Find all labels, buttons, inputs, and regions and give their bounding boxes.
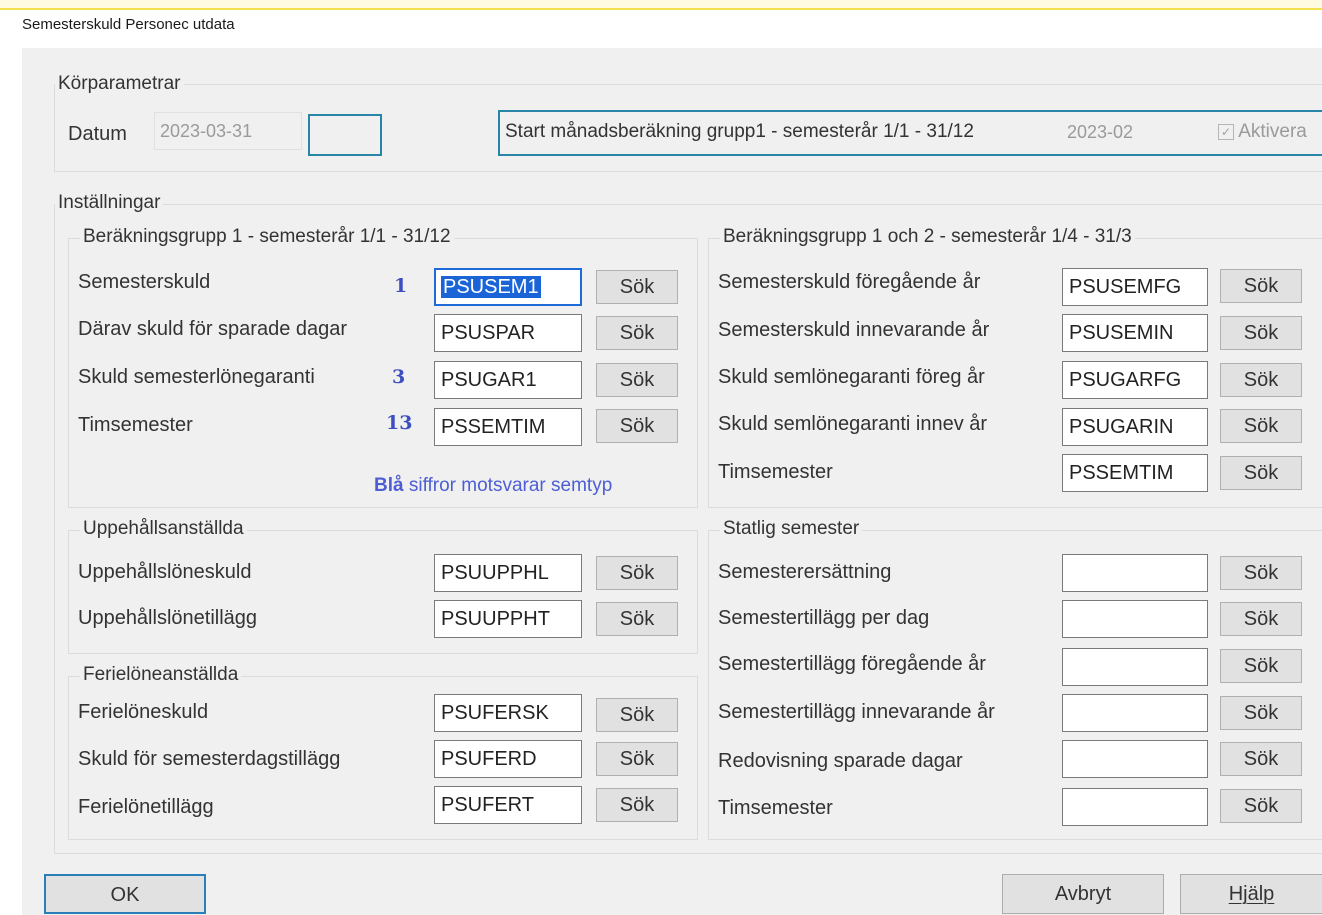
semlonegaranti-foreg-label: Skuld semlönegaranti föreg år bbox=[718, 366, 985, 388]
redovisning-sparade-dagar-label: Redovisning sparade dagar bbox=[718, 750, 963, 772]
sok-button[interactable]: Sök bbox=[1220, 649, 1302, 683]
datum-label: Datum bbox=[68, 123, 127, 145]
sok-button[interactable]: Sök bbox=[596, 556, 678, 590]
start-manad-field[interactable]: 2023-02 bbox=[1062, 114, 1196, 152]
sok-button[interactable]: Sök bbox=[1220, 789, 1302, 823]
sok-button[interactable]: Sök bbox=[596, 409, 678, 443]
sok-button[interactable]: Sök bbox=[596, 742, 678, 776]
semesterersattning-label: Semesterersättning bbox=[718, 561, 892, 583]
grupp1-label: Beräkningsgrupp 1 - semesterår 1/1 - 31/… bbox=[80, 226, 454, 248]
sok-button[interactable]: Sök bbox=[1220, 316, 1302, 350]
sok-button[interactable]: Sök bbox=[1220, 409, 1302, 443]
sok-button[interactable]: Sök bbox=[596, 363, 678, 397]
statlig-label: Statlig semester bbox=[720, 518, 863, 540]
start-manadsberakning-label: Start månadsberäkning grupp1 - semesterå… bbox=[505, 121, 974, 142]
semlonegaranti-innev-field[interactable]: PSUGARIN bbox=[1062, 408, 1208, 446]
datum-field[interactable]: 2023-03-31 bbox=[154, 112, 302, 150]
semesterdagstillagg-field[interactable]: PSUFERD bbox=[434, 740, 582, 778]
semtyp-number: 1 bbox=[394, 275, 408, 297]
top-border bbox=[0, 0, 1322, 10]
sparade-dagar-label: Därav skuld för sparade dagar bbox=[78, 318, 348, 340]
semestertillagg-foreg-label: Semestertillägg föregående år bbox=[718, 653, 986, 675]
ok-button[interactable]: OK bbox=[44, 874, 206, 914]
semesterskuld-label: Semesterskuld bbox=[78, 271, 211, 293]
sok-button[interactable]: Sök bbox=[596, 316, 678, 350]
semtyp-number: 3 bbox=[392, 366, 406, 388]
sok-button[interactable]: Sök bbox=[1220, 456, 1302, 490]
calendar-button[interactable] bbox=[308, 114, 382, 156]
aktivera-checkbox[interactable]: ✓ Aktivera bbox=[1218, 120, 1307, 144]
sok-button[interactable]: Sök bbox=[1220, 602, 1302, 636]
timsemester-label: Timsemester bbox=[718, 461, 833, 483]
checkbox-icon: ✓ bbox=[1218, 123, 1234, 140]
sok-button[interactable]: Sök bbox=[1220, 742, 1302, 776]
sok-button[interactable]: Sök bbox=[596, 698, 678, 732]
avbryt-button[interactable]: Avbryt bbox=[1002, 874, 1164, 914]
uppehallslonetillagg-field[interactable]: PSUUPPHT bbox=[434, 600, 582, 638]
semestertillagg-innev-field[interactable] bbox=[1062, 694, 1208, 732]
sok-button[interactable]: Sök bbox=[1220, 363, 1302, 397]
semestertillagg-per-dag-field[interactable] bbox=[1062, 600, 1208, 638]
sok-button[interactable]: Sök bbox=[596, 788, 678, 822]
ferieloneskuld-field[interactable]: PSUFERSK bbox=[434, 694, 582, 732]
timsemester-label: Timsemester bbox=[78, 414, 193, 436]
dialog-panel: Körparametrar Datum 2023-03-31 Start mån… bbox=[22, 48, 1322, 915]
semtyp-note-text: siffror motsvarar semtyp bbox=[403, 475, 613, 496]
sparade-dagar-field[interactable]: PSUSPAR bbox=[434, 314, 582, 352]
semesterlonegaranti-label: Skuld semesterlönegaranti bbox=[78, 366, 315, 388]
grupp12-label: Beräkningsgrupp 1 och 2 - semesterår 1/4… bbox=[720, 226, 1135, 248]
sok-button[interactable]: Sök bbox=[1220, 556, 1302, 590]
semesterersattning-field[interactable] bbox=[1062, 554, 1208, 592]
uppehallsloneskuld-label: Uppehållslöneskuld bbox=[78, 561, 252, 583]
semesterlonegaranti-field[interactable]: PSUGAR1 bbox=[434, 361, 582, 399]
hjalp-label: Hjälp bbox=[1228, 883, 1275, 905]
semlonegaranti-innev-label: Skuld semlönegaranti innev år bbox=[718, 413, 988, 435]
semestertillagg-innev-label: Semestertillägg innevarande år bbox=[718, 701, 995, 723]
semesterskuld-foreg-label: Semesterskuld föregående år bbox=[718, 271, 981, 293]
redovisning-sparade-dagar-field[interactable] bbox=[1062, 740, 1208, 778]
sok-button[interactable]: Sök bbox=[1220, 696, 1302, 730]
semtyp-note-bold: Blå bbox=[374, 475, 404, 496]
uppehall-label: Uppehållsanställda bbox=[80, 518, 247, 540]
ferielonetillagg-label: Ferielönetillägg bbox=[78, 796, 214, 818]
semesterskuld-innev-field[interactable]: PSUSEMIN bbox=[1062, 314, 1208, 352]
timsemester-field[interactable]: PSSEMTIM bbox=[434, 408, 582, 446]
installningar-label: Inställningar bbox=[55, 192, 164, 214]
semestertillagg-per-dag-label: Semestertillägg per dag bbox=[718, 607, 930, 629]
semesterskuld-innev-label: Semesterskuld innevarande år bbox=[718, 319, 990, 341]
sok-button[interactable]: Sök bbox=[1220, 269, 1302, 303]
uppehallsloneskuld-field[interactable]: PSUUPPHL bbox=[434, 554, 582, 592]
ferieloneskuld-label: Ferielöneskuld bbox=[78, 701, 209, 723]
timsemester-field[interactable] bbox=[1062, 788, 1208, 826]
semlonegaranti-foreg-field[interactable]: PSUGARFG bbox=[1062, 361, 1208, 399]
semestertillagg-foreg-field[interactable] bbox=[1062, 648, 1208, 686]
hjalp-button[interactable]: Hjälp bbox=[1180, 874, 1322, 914]
aktivera-label: Aktivera bbox=[1238, 121, 1307, 142]
semtyp-number: 13 bbox=[386, 412, 413, 434]
timsemester-label: Timsemester bbox=[718, 797, 833, 819]
ferielonetillagg-field[interactable]: PSUFERT bbox=[434, 786, 582, 824]
ferie-label: Ferielöneanställda bbox=[80, 664, 242, 686]
semtyp-note: Blå siffror motsvarar semtyp bbox=[374, 474, 612, 498]
sok-button[interactable]: Sök bbox=[596, 602, 678, 636]
uppehallslonetillagg-label: Uppehållslönetillägg bbox=[78, 607, 258, 629]
sok-button[interactable]: Sök bbox=[596, 270, 678, 304]
semesterskuld-foreg-field[interactable]: PSUSEMFG bbox=[1062, 268, 1208, 306]
korparametrar-label: Körparametrar bbox=[55, 73, 184, 95]
window-title: Semesterskuld Personec utdata bbox=[22, 16, 235, 33]
semesterskuld-field[interactable]: PSUSEM1 bbox=[434, 268, 582, 306]
semesterdagstillagg-label: Skuld för semesterdagstillägg bbox=[78, 748, 341, 770]
timsemester-field[interactable]: PSSEMTIM bbox=[1062, 454, 1208, 492]
